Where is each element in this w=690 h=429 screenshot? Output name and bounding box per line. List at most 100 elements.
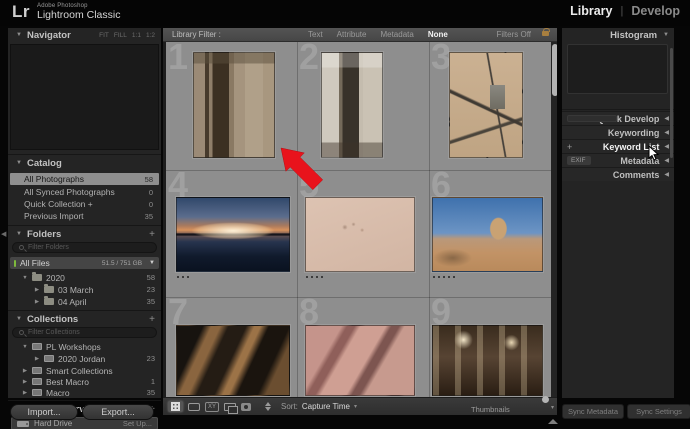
filter-folders-input[interactable]: Filter Folders bbox=[12, 242, 157, 253]
zoom-1-2[interactable]: 1:2 bbox=[146, 32, 155, 39]
volume-disclosure-icon[interactable]: ▼ bbox=[149, 260, 155, 266]
collections-header[interactable]: ▼ Collections + bbox=[8, 312, 161, 326]
filmstrip-reveal-arrow[interactable] bbox=[548, 419, 558, 424]
photo-thumbnail-wall-opening-staircase[interactable] bbox=[321, 52, 383, 158]
folders-title: Folders bbox=[27, 229, 61, 240]
photo-thumbnail-mosque-dusk-reflection[interactable] bbox=[176, 197, 290, 272]
folder-item-04-april[interactable]: ▶ 04 April 35 bbox=[10, 296, 159, 307]
photo-thumbnail-mosque-interior[interactable] bbox=[432, 325, 543, 396]
sync-settings-button[interactable]: Sync Settings bbox=[627, 404, 690, 419]
add-keyword-button[interactable]: + bbox=[567, 142, 572, 152]
grid-cell-4[interactable]: 4 bbox=[166, 170, 297, 297]
filter-collections-input[interactable]: Filter Collections bbox=[12, 327, 157, 338]
grid-cell-9[interactable]: 9 bbox=[429, 297, 551, 397]
catalog-header[interactable]: ▼ Catalog bbox=[8, 156, 161, 170]
histogram-header[interactable]: Histogram ▼ bbox=[562, 28, 674, 42]
expand-arrow-icon[interactable]: ▶ bbox=[22, 379, 28, 385]
filter-lock-icon[interactable] bbox=[542, 31, 549, 36]
collection-set-icon bbox=[32, 367, 42, 374]
item-count: 58 bbox=[145, 175, 153, 184]
panel-quick-develop[interactable]: Quick Develop ◀ bbox=[562, 111, 674, 125]
expand-arrow-icon[interactable]: ▼ bbox=[22, 275, 28, 281]
grid-view-button[interactable] bbox=[168, 401, 183, 412]
catalog-item-all-photographs[interactable]: All Photographs 58 bbox=[10, 173, 159, 185]
expand-arrow-icon[interactable]: ▶ bbox=[22, 368, 28, 374]
photo-thumbnail-electric-meter-wall[interactable] bbox=[449, 52, 523, 158]
zoom-fit[interactable]: FIT bbox=[99, 32, 109, 39]
panel-expand-icon[interactable]: ◀ bbox=[664, 115, 669, 122]
zoom-fill[interactable]: FILL bbox=[114, 32, 127, 39]
module-library[interactable]: Library bbox=[570, 4, 612, 18]
collection-item-best-macro[interactable]: ▶ Best Macro 1 bbox=[10, 376, 159, 387]
add-folder-button[interactable]: + bbox=[149, 229, 155, 240]
photo-thumbnail-dark-dunes-camel[interactable] bbox=[176, 325, 290, 396]
catalog-item-quick-collection[interactable]: Quick Collection + 0 bbox=[10, 198, 159, 210]
navigator-header[interactable]: ▼ Navigator FIT FILL 1:1 1:2 bbox=[8, 28, 161, 42]
grid-cell-3[interactable]: 3 bbox=[429, 42, 551, 170]
filter-option-none[interactable]: None bbox=[428, 30, 448, 39]
survey-view-button[interactable] bbox=[224, 401, 236, 412]
photo-thumbnail-camel-portrait[interactable] bbox=[432, 197, 543, 272]
import-button[interactable]: Import... bbox=[10, 404, 78, 420]
folders-header[interactable]: ▼ Folders + bbox=[8, 227, 161, 241]
collection-item-pl-workshops[interactable]: ▼ PL Workshops bbox=[10, 341, 159, 352]
filter-option-attribute[interactable]: Attribute bbox=[337, 30, 367, 39]
histogram-display[interactable] bbox=[567, 44, 668, 94]
volume-all-files[interactable]: All Files 51.5 / 751 GB ▼ bbox=[10, 257, 159, 269]
thumbnail-slider-knob[interactable] bbox=[542, 396, 549, 403]
panel-expand-icon[interactable]: ◀ bbox=[664, 143, 669, 150]
photo-thumbnail-pink-dunes[interactable] bbox=[305, 325, 415, 396]
folder-item-03-march[interactable]: ▶ 03 March 23 bbox=[10, 284, 159, 295]
catalog-item-previous-import[interactable]: Previous Import 35 bbox=[10, 210, 159, 222]
compare-view-button[interactable]: XY bbox=[205, 402, 219, 412]
left-panel-collapse-arrow[interactable]: ◀ bbox=[1, 230, 6, 238]
quick-develop-preset-widget[interactable] bbox=[567, 115, 617, 122]
catalog-item-all-synced[interactable]: All Synced Photographs 0 bbox=[10, 186, 159, 198]
navigator-preview[interactable] bbox=[10, 44, 159, 150]
grid-cell-6[interactable]: 6 bbox=[429, 170, 551, 297]
grid-cell-1[interactable]: 1 bbox=[166, 42, 297, 170]
grid-cell-5[interactable]: 5 bbox=[297, 170, 429, 297]
expand-arrow-icon[interactable]: ▼ bbox=[22, 344, 28, 350]
sort-value-dropdown[interactable]: Capture Time bbox=[302, 402, 350, 411]
panel-keywording[interactable]: Keywording ◀ bbox=[562, 125, 674, 139]
rating-dots bbox=[433, 276, 455, 278]
zoom-1-1[interactable]: 1:1 bbox=[132, 32, 141, 39]
expand-arrow-icon[interactable]: ▶ bbox=[34, 287, 40, 293]
thumbnails-label: Thumbnails bbox=[471, 405, 510, 414]
sort-direction-button[interactable] bbox=[265, 402, 271, 411]
panel-expand-icon[interactable]: ◀ bbox=[664, 171, 669, 178]
expand-arrow-icon[interactable]: ▶ bbox=[34, 356, 40, 362]
photo-thumbnail-sand-texture-tracks[interactable] bbox=[305, 197, 415, 272]
collection-item-macro[interactable]: ▶ Macro 35 bbox=[10, 387, 159, 398]
panel-expand-icon[interactable]: ◀ bbox=[664, 157, 669, 164]
grid-scrollbar-track[interactable] bbox=[551, 42, 557, 397]
panel-expand-icon[interactable]: ◀ bbox=[664, 129, 669, 136]
module-develop[interactable]: Develop bbox=[631, 4, 680, 18]
right-panel-scrollbar[interactable] bbox=[670, 48, 673, 158]
set-up-link[interactable]: Set Up... bbox=[123, 419, 152, 428]
collection-item-smart-collections[interactable]: ▶ Smart Collections bbox=[10, 365, 159, 376]
sync-metadata-button[interactable]: Sync Metadata bbox=[562, 404, 624, 419]
grid-cell-2[interactable]: 2 bbox=[297, 42, 429, 170]
collection-item-2020-jordan[interactable]: ▶ 2020 Jordan 23 bbox=[10, 353, 159, 364]
toolbar-options-chevron[interactable]: ▾ bbox=[551, 404, 554, 411]
loupe-view-button[interactable] bbox=[188, 401, 200, 412]
grid-cell-7[interactable]: 7 bbox=[166, 297, 297, 397]
expand-arrow-icon[interactable]: ▶ bbox=[34, 299, 40, 305]
panel-comments[interactable]: Comments ◀ bbox=[562, 167, 674, 181]
painter-tool-button[interactable] bbox=[241, 401, 251, 412]
photo-thumbnail-abandoned-interior-doorway[interactable] bbox=[193, 52, 275, 158]
filter-option-metadata[interactable]: Metadata bbox=[380, 30, 413, 39]
folder-item-2020[interactable]: ▼ 2020 58 bbox=[10, 272, 159, 283]
service-label: Hard Drive bbox=[34, 419, 72, 428]
add-collection-button[interactable]: + bbox=[149, 314, 155, 325]
filter-option-text[interactable]: Text bbox=[308, 30, 323, 39]
grid-cell-8[interactable]: 8 bbox=[297, 297, 429, 397]
metadata-view-dropdown[interactable]: EXIF bbox=[567, 156, 591, 165]
brand-line-lightroom: Lightroom Classic bbox=[37, 10, 120, 21]
grid-scrollbar-thumb[interactable] bbox=[552, 44, 557, 96]
filters-off-dropdown[interactable]: Filters Off bbox=[496, 30, 531, 39]
export-button[interactable]: Export... bbox=[82, 404, 154, 420]
expand-arrow-icon[interactable]: ▶ bbox=[22, 390, 28, 396]
